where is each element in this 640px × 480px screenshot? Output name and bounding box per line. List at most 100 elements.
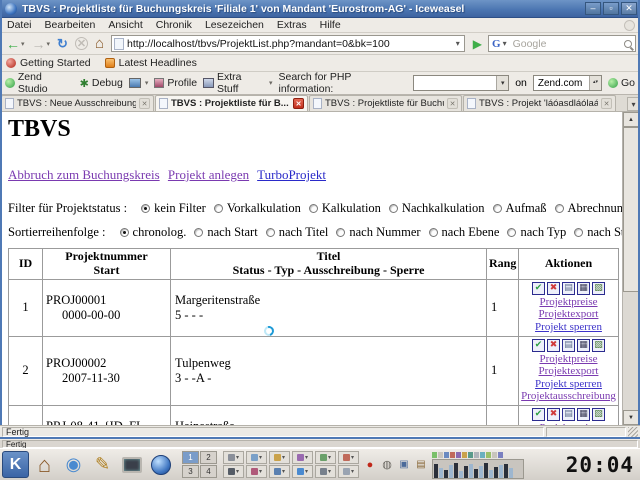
- php-search-input[interactable]: [414, 77, 497, 89]
- table-icon[interactable]: ▦: [577, 338, 590, 352]
- browser-globe-icon[interactable]: [147, 451, 174, 478]
- menu-bearbeiten[interactable]: Bearbeiten: [45, 19, 96, 31]
- taskbar-window-button[interactable]: ▾: [292, 465, 313, 478]
- link-projekt-anlegen[interactable]: Projekt anlegen: [168, 167, 249, 182]
- resize-grip[interactable]: [628, 426, 638, 437]
- delete-icon[interactable]: ✖: [547, 281, 560, 295]
- taskbar-window-button[interactable]: ▾: [315, 465, 336, 478]
- table-icon[interactable]: ▦: [577, 408, 590, 422]
- print-icon[interactable]: ▤: [562, 338, 575, 352]
- radio-nach-start[interactable]: [194, 227, 204, 237]
- menu-lesezeichen[interactable]: Lesezeichen: [205, 19, 264, 31]
- zend-studio-button[interactable]: Zend Studio: [5, 71, 74, 95]
- zend-go-button[interactable]: Go: [608, 77, 635, 89]
- desktop-3[interactable]: 3: [182, 465, 199, 478]
- extra-stuff-dropdown-icon[interactable]: ▾: [269, 79, 273, 87]
- url-bar[interactable]: ▾: [111, 35, 465, 52]
- klipper-icon[interactable]: ▤: [414, 458, 428, 472]
- bookmark-latest-headlines[interactable]: Latest Headlines: [104, 57, 197, 69]
- stop-button[interactable]: ✕: [73, 35, 90, 53]
- back-button[interactable]: ← ▾: [4, 35, 27, 53]
- go-icon[interactable]: ▶: [470, 37, 485, 51]
- approve-icon[interactable]: ✔: [532, 281, 545, 295]
- zend-debug-button[interactable]: ✱ Debug: [80, 77, 123, 90]
- scrollbar-thumb[interactable]: [623, 127, 639, 292]
- desktop-4[interactable]: 4: [200, 465, 217, 478]
- minimize-icon[interactable]: –: [585, 2, 601, 15]
- window-titlebar[interactable]: TBVS : Projektliste für Buchungskreis 'F…: [0, 0, 640, 18]
- magnifier-icon[interactable]: [624, 39, 632, 48]
- tray-app-icon[interactable]: ◍: [380, 458, 394, 472]
- export-icon[interactable]: ▧: [592, 281, 605, 295]
- table-icon[interactable]: ▦: [577, 281, 590, 295]
- link-projektexport[interactable]: Projektexport: [521, 365, 616, 378]
- link-projekt-sperren[interactable]: Projekt sperren: [521, 321, 616, 334]
- taskbar-window-button[interactable]: ▾: [269, 451, 290, 464]
- php-search-combo[interactable]: ▾: [413, 75, 510, 91]
- taskbar-window-button[interactable]: ▾: [246, 465, 267, 478]
- back-dropdown-icon[interactable]: ▾: [21, 40, 25, 48]
- radio-nach-titel[interactable]: [265, 227, 275, 237]
- zend-image-button[interactable]: ▾: [128, 78, 148, 88]
- home-button[interactable]: ⌂: [93, 35, 106, 53]
- taskbar-window-button[interactable]: ▾: [223, 465, 244, 478]
- tray-window-icon[interactable]: ▣: [397, 458, 411, 472]
- reload-button[interactable]: ↻: [55, 35, 70, 53]
- tab-close-icon[interactable]: ✕: [293, 98, 304, 109]
- scroll-down-icon[interactable]: ▼: [623, 410, 639, 425]
- forward-dropdown-icon[interactable]: ▾: [47, 40, 51, 48]
- taskbar-window-button[interactable]: ▾: [338, 465, 359, 478]
- radio-aufmass[interactable]: [492, 203, 502, 213]
- tab-4[interactable]: TBVS : Projekt 'láóasdláólaál... ✕: [463, 95, 616, 111]
- link-abbruch-buchungskreis[interactable]: Abbruch zum Buchungskreis: [8, 167, 160, 182]
- search-site-select[interactable]: Zend.com ▴▾: [532, 75, 602, 91]
- close-icon[interactable]: ✕: [621, 2, 637, 15]
- radio-kalkulation[interactable]: [308, 203, 318, 213]
- desktop-1[interactable]: 1: [182, 451, 199, 464]
- menu-hilfe[interactable]: Hilfe: [320, 19, 341, 31]
- approve-icon[interactable]: ✔: [532, 408, 545, 422]
- konqueror-icon[interactable]: ◉: [60, 451, 87, 478]
- approve-icon[interactable]: ✔: [532, 338, 545, 352]
- link-projektpreise[interactable]: Projektpreise: [521, 296, 616, 309]
- radio-nach-status[interactable]: [574, 227, 584, 237]
- menu-datei[interactable]: Datei: [7, 19, 32, 31]
- forward-button[interactable]: → ▾: [30, 35, 53, 53]
- print-icon[interactable]: ▤: [562, 408, 575, 422]
- kmenu-icon[interactable]: K: [2, 451, 29, 478]
- export-icon[interactable]: ▧: [592, 408, 605, 422]
- url-dropdown-icon[interactable]: ▾: [454, 39, 462, 48]
- export-icon[interactable]: ▧: [592, 338, 605, 352]
- radio-nachkalkulation[interactable]: [388, 203, 398, 213]
- radio-chronolog[interactable]: [119, 227, 129, 237]
- editor-icon[interactable]: ✎: [89, 451, 116, 478]
- taskbar-window-button[interactable]: ▾: [292, 451, 313, 464]
- radio-kein-filter[interactable]: [141, 203, 151, 213]
- url-input[interactable]: [127, 37, 454, 50]
- taskbar-window-button[interactable]: ▾: [315, 451, 336, 464]
- scroll-up-icon[interactable]: ▲: [623, 112, 639, 127]
- terminal-icon[interactable]: [118, 451, 145, 478]
- site-stepper-icon[interactable]: ▴▾: [589, 76, 601, 90]
- menu-ansicht[interactable]: Ansicht: [108, 19, 142, 31]
- tab-3[interactable]: TBVS : Projektliste für Buchu... ✕: [309, 95, 462, 111]
- delete-icon[interactable]: ✖: [547, 408, 560, 422]
- link-projektexport[interactable]: Projektexport: [521, 308, 616, 321]
- tab-1[interactable]: TBVS : Neue Ausschreibung ... ✕: [1, 95, 154, 111]
- link-projekt-sperren[interactable]: Projekt sperren: [521, 378, 616, 391]
- radio-abrechnung[interactable]: [554, 203, 564, 213]
- taskbar-window-button[interactable]: ▾: [269, 465, 290, 478]
- search-engine-dropdown-icon[interactable]: ▾: [501, 39, 509, 48]
- tab-close-icon[interactable]: ✕: [139, 98, 150, 109]
- bookmark-getting-started[interactable]: Getting Started: [6, 57, 91, 69]
- link-projektausschreibung[interactable]: Projektausschreibung: [521, 390, 616, 403]
- tray-app-icon[interactable]: ●: [363, 458, 377, 472]
- vertical-scrollbar[interactable]: ▲ ▼: [622, 112, 639, 425]
- desktop-2[interactable]: 2: [200, 451, 217, 464]
- delete-icon[interactable]: ✖: [547, 338, 560, 352]
- taskbar-window-button[interactable]: ▾: [223, 451, 244, 464]
- taskbar-window-button[interactable]: ▾: [338, 451, 359, 464]
- zend-profile-button[interactable]: Profile: [154, 77, 197, 89]
- tab-close-icon[interactable]: ✕: [447, 98, 458, 109]
- link-turboprojekt[interactable]: TurboProjekt: [257, 167, 326, 182]
